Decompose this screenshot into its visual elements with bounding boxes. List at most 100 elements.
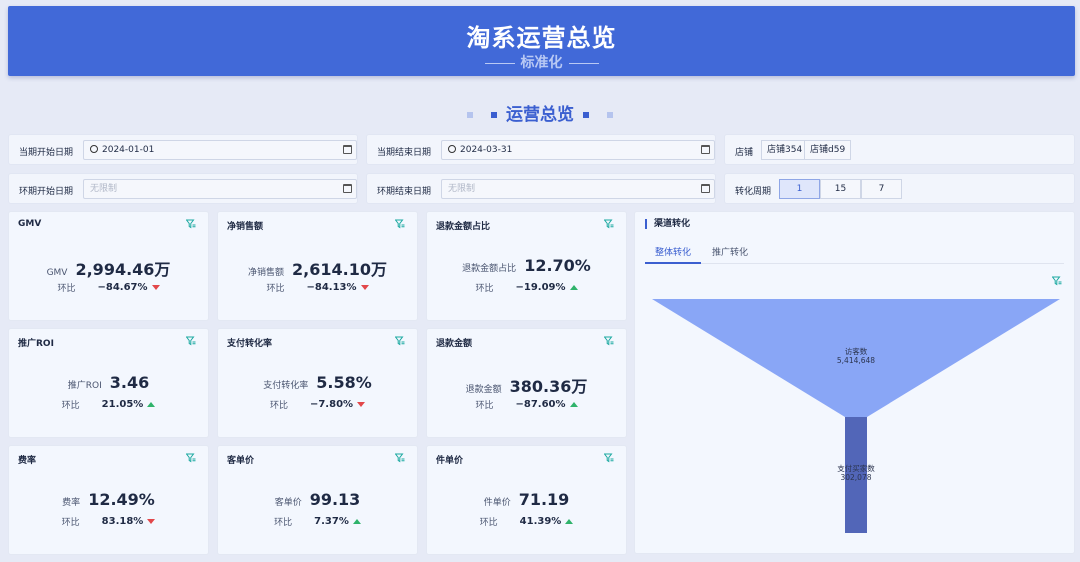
- trend-up-icon: [352, 519, 361, 524]
- ratio-value: −87.60%: [515, 399, 566, 410]
- trend-up-icon: [569, 285, 578, 290]
- ratio-label: 环比: [57, 284, 76, 294]
- metric-value: 99.13: [309, 490, 361, 509]
- subtitle-text: 标准化: [520, 55, 563, 71]
- metric-label: 费率: [62, 498, 81, 508]
- metric-row: 退款金额占比 12.70%: [427, 256, 626, 275]
- cycle-option-7[interactable]: 7: [861, 179, 902, 199]
- metric-row: 支付转化率 5.58%: [218, 373, 417, 392]
- subtitle-right-line: [568, 62, 599, 64]
- date-placeholder: 无限制: [90, 184, 118, 194]
- metric-card-promo-roi: 推广ROI 推广ROI 3.46 环比 21.05%: [8, 328, 209, 438]
- filter-prev-start: 环期开始日期 无限制: [8, 173, 358, 204]
- prev-end-date-input[interactable]: 无限制: [441, 179, 715, 199]
- ratio-value: 41.39%: [519, 516, 562, 527]
- ratio-row: 环比 21.05%: [9, 398, 208, 411]
- filter-current-end: 当期结束日期 2024-03-31: [366, 134, 716, 165]
- metric-label: 退款金额占比: [462, 264, 517, 274]
- ratio-label: 环比: [274, 518, 293, 528]
- ratio-label: 环比: [269, 401, 288, 411]
- subtitle-left-line: [484, 62, 515, 64]
- ratio-label: 环比: [61, 401, 80, 411]
- store-option[interactable]: 店铺354: [761, 140, 809, 160]
- card-title: GMV: [18, 219, 42, 229]
- metric-card-avg-order-value: 客单价 客单价 99.13 环比 7.37%: [217, 445, 418, 555]
- filter-icon[interactable]: [186, 336, 196, 346]
- filter-icon[interactable]: [604, 219, 614, 229]
- metric-value: 5.58%: [316, 373, 372, 392]
- filter-icon[interactable]: [395, 336, 405, 346]
- metric-row: 退款金额 380.36万: [427, 373, 626, 397]
- filter-icon[interactable]: [395, 453, 405, 463]
- ratio-label: 环比: [475, 284, 494, 294]
- decor-dot: [467, 112, 473, 118]
- calendar-icon[interactable]: [343, 184, 352, 193]
- prev-start-date-input[interactable]: 无限制: [83, 179, 357, 199]
- metric-row: 客单价 99.13: [218, 490, 417, 509]
- ratio-value: −84.67%: [97, 282, 148, 293]
- filter-icon[interactable]: [186, 219, 196, 229]
- trend-down-icon: [360, 285, 369, 290]
- metric-row: 件单价 71.19: [427, 490, 626, 509]
- card-title: 支付转化率: [227, 339, 273, 349]
- filter-icon[interactable]: [604, 453, 614, 463]
- store-option[interactable]: 店铺d59: [804, 140, 852, 160]
- filter-label: 环期结束日期: [377, 187, 432, 197]
- ratio-row: 环比 83.18%: [9, 515, 208, 528]
- current-start-date-input[interactable]: 2024-01-01: [83, 140, 357, 160]
- metric-card-refund-amount: 退款金额退款金额 380.36万环比 −87.60%: [426, 328, 627, 438]
- filter-store: 店铺 店铺354 店铺d59: [724, 134, 1075, 165]
- card-title: 退款金额: [436, 339, 473, 349]
- funnel-stage-name: 支付买家数: [837, 463, 875, 473]
- filter-label: 环期开始日期: [19, 187, 74, 197]
- calendar-icon[interactable]: [343, 145, 352, 154]
- current-end-date-input[interactable]: 2024-03-31: [441, 140, 715, 160]
- ratio-row: 环比 −19.09%: [427, 281, 626, 294]
- metric-row: 费率 12.49%: [9, 490, 208, 509]
- filter-cycle: 转化周期 1 15 7: [724, 173, 1075, 204]
- ratio-row: 环比 −7.80%: [218, 398, 417, 411]
- page-subtitle: 标准化: [8, 52, 1075, 72]
- metric-label: 支付转化率: [263, 381, 309, 391]
- ratio-row: 环比 −84.67%: [9, 281, 208, 294]
- filter-label: 当期开始日期: [19, 148, 74, 158]
- card-title: 费率: [18, 456, 37, 466]
- cycle-option-1[interactable]: 1: [779, 179, 820, 199]
- card-title: 推广ROI: [18, 339, 54, 349]
- metric-value: 3.46: [109, 373, 150, 392]
- cycle-option-15[interactable]: 15: [820, 179, 861, 199]
- filter-prev-end: 环期结束日期 无限制: [366, 173, 716, 204]
- metric-card-refund-ratio: 退款金额占比 退款金额占比 12.70% 环比 −19.09%: [426, 211, 627, 321]
- calendar-icon[interactable]: [701, 145, 710, 154]
- ratio-label: 环比: [266, 284, 285, 294]
- ratio-label: 环比: [475, 401, 494, 411]
- decor-dot: [491, 112, 497, 118]
- filter-label: 当期结束日期: [377, 148, 432, 158]
- decor-dot: [607, 112, 613, 118]
- trend-up-icon: [147, 402, 156, 407]
- calendar-icon[interactable]: [701, 184, 710, 193]
- ratio-row: 环比 −87.60%: [427, 398, 626, 411]
- card-title: 净销售额: [227, 222, 264, 232]
- funnel-chart: 访客数5,414,648 支付买家数302,078: [652, 299, 1060, 533]
- card-title: 件单价: [436, 456, 464, 466]
- ratio-row: 环比 41.39%: [427, 515, 626, 528]
- metric-card-unit-price: 件单价 件单价 71.19 环比 41.39%: [426, 445, 627, 555]
- page-title: 淘系运营总览: [466, 24, 617, 52]
- filter-label: 转化周期: [735, 187, 772, 197]
- filter-icon[interactable]: [604, 336, 614, 346]
- metric-row: 推广ROI 3.46: [9, 373, 208, 392]
- trend-down-icon: [147, 519, 156, 524]
- decor-dot: [583, 112, 589, 118]
- clock-icon: [90, 145, 98, 153]
- funnel-stage-value: 302,078: [840, 473, 871, 482]
- ratio-value: −84.13%: [306, 282, 357, 293]
- section-title-text: 运营总览: [506, 105, 574, 125]
- filter-icon[interactable]: [186, 453, 196, 463]
- metric-label: 件单价: [483, 498, 511, 508]
- filter-current-start: 当期开始日期 2024-01-01: [8, 134, 358, 165]
- ratio-label: 环比: [61, 518, 80, 528]
- filter-icon[interactable]: [395, 219, 405, 229]
- page-header: 淘系运营总览 标准化: [8, 6, 1075, 76]
- ratio-value: −7.80%: [309, 399, 354, 410]
